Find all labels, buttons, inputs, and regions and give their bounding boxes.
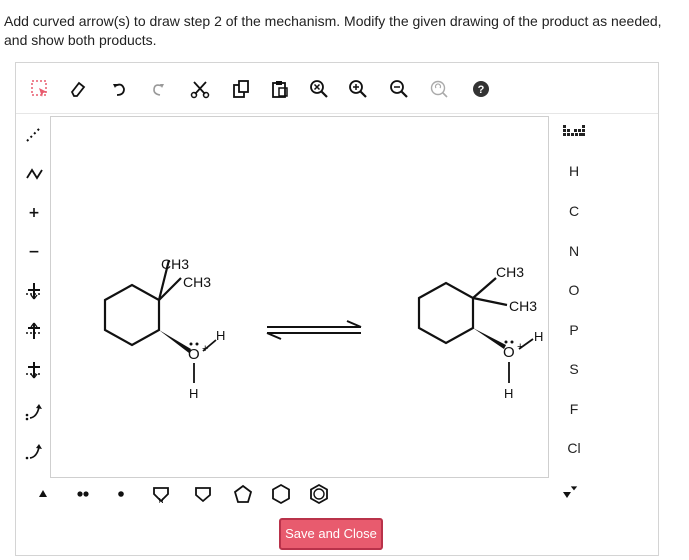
- expand-right-icon[interactable]: [554, 481, 580, 507]
- mechanism-drawing: CH3 CH3 O + H H CH3 CH3 O + H H: [103, 256, 543, 401]
- benzene-icon[interactable]: [306, 481, 332, 507]
- periodic-table-icon[interactable]: [557, 119, 591, 145]
- bottom-toolbar: N: [16, 475, 576, 511]
- curved-arrow-pair-icon[interactable]: [21, 399, 47, 425]
- pyrrole-icon[interactable]: N: [148, 481, 174, 507]
- cut-icon[interactable]: [188, 77, 212, 101]
- left-h-right: H: [216, 328, 225, 343]
- left-toolbar: + −: [16, 115, 50, 515]
- element-s-button[interactable]: S: [557, 356, 591, 382]
- add-lone-pair-icon[interactable]: [21, 278, 47, 304]
- left-ch3-side: CH3: [183, 274, 211, 290]
- help-icon[interactable]: ?: [469, 77, 493, 101]
- left-h-bottom: H: [189, 386, 198, 401]
- left-ch3-top: CH3: [161, 256, 189, 272]
- zoom-in-icon[interactable]: [346, 77, 370, 101]
- right-ch3-top: CH3: [496, 264, 524, 280]
- svg-text:?: ?: [478, 84, 485, 96]
- zoom-out-icon[interactable]: [387, 77, 411, 101]
- element-cl-button[interactable]: Cl: [557, 435, 591, 461]
- undo-icon[interactable]: [108, 77, 132, 101]
- left-molecule: [103, 259, 182, 347]
- cyclobutane-icon[interactable]: [190, 481, 216, 507]
- element-c-button[interactable]: C: [557, 198, 591, 224]
- lone-pair-icon[interactable]: [70, 481, 96, 507]
- molecule-editor: ? + − CH3 CH3 O + H H CH3 CH3 O + H H H …: [15, 62, 659, 556]
- right-lone-pair-dot: [510, 340, 514, 344]
- element-p-button[interactable]: P: [557, 317, 591, 343]
- right-oxygen: O: [503, 344, 515, 361]
- right-h-right: H: [534, 329, 543, 344]
- expand-left-icon[interactable]: [30, 481, 56, 507]
- save-and-close-button[interactable]: Save and Close: [279, 518, 383, 550]
- left-oxygen: O: [188, 346, 200, 363]
- dotted-bond-icon[interactable]: [21, 121, 47, 147]
- top-toolbar: ?: [16, 63, 658, 114]
- negative-charge-icon[interactable]: −: [21, 239, 47, 265]
- right-ch3-side: CH3: [509, 298, 537, 314]
- radical-charge-icon[interactable]: [21, 357, 47, 383]
- element-f-button[interactable]: F: [557, 396, 591, 422]
- copy-icon[interactable]: [229, 77, 253, 101]
- right-molecule: [417, 277, 508, 345]
- cyclopentane-icon[interactable]: [230, 481, 256, 507]
- left-oxygen-charge: +: [202, 343, 208, 355]
- right-toolbar: H C N O P S F Cl: [549, 115, 609, 515]
- chain-icon[interactable]: [21, 161, 47, 187]
- eraser-icon[interactable]: [66, 77, 90, 101]
- right-h-bottom: H: [504, 386, 513, 401]
- instructions-text: Add curved arrow(s) to draw step 2 of th…: [4, 13, 662, 48]
- left-wedge-bond: [159, 330, 191, 353]
- left-lone-pair-dot: [189, 342, 193, 346]
- drawing-canvas[interactable]: CH3 CH3 O + H H CH3 CH3 O + H H: [50, 116, 549, 478]
- remove-lone-pair-icon[interactable]: [21, 318, 47, 344]
- left-lone-pair-dot: [195, 342, 199, 346]
- select-icon[interactable]: [28, 77, 52, 101]
- element-n-button[interactable]: N: [557, 238, 591, 264]
- curved-arrow-single-icon[interactable]: [21, 439, 47, 465]
- cyclohexane-icon[interactable]: [268, 481, 294, 507]
- equilibrium-arrow: [266, 320, 362, 340]
- element-o-button[interactable]: O: [557, 277, 591, 303]
- zoom-fit-icon[interactable]: [307, 77, 331, 101]
- right-wedge-bond: [473, 328, 506, 349]
- paste-icon[interactable]: [268, 77, 292, 101]
- clean-icon[interactable]: [427, 77, 451, 101]
- positive-charge-icon[interactable]: +: [21, 200, 47, 226]
- right-lone-pair-dot: [504, 340, 508, 344]
- redo-icon[interactable]: [146, 77, 170, 101]
- right-oxygen-charge: +: [517, 341, 523, 353]
- element-h-button[interactable]: H: [557, 158, 591, 184]
- svg-text:N: N: [158, 498, 163, 505]
- radical-icon[interactable]: [108, 481, 134, 507]
